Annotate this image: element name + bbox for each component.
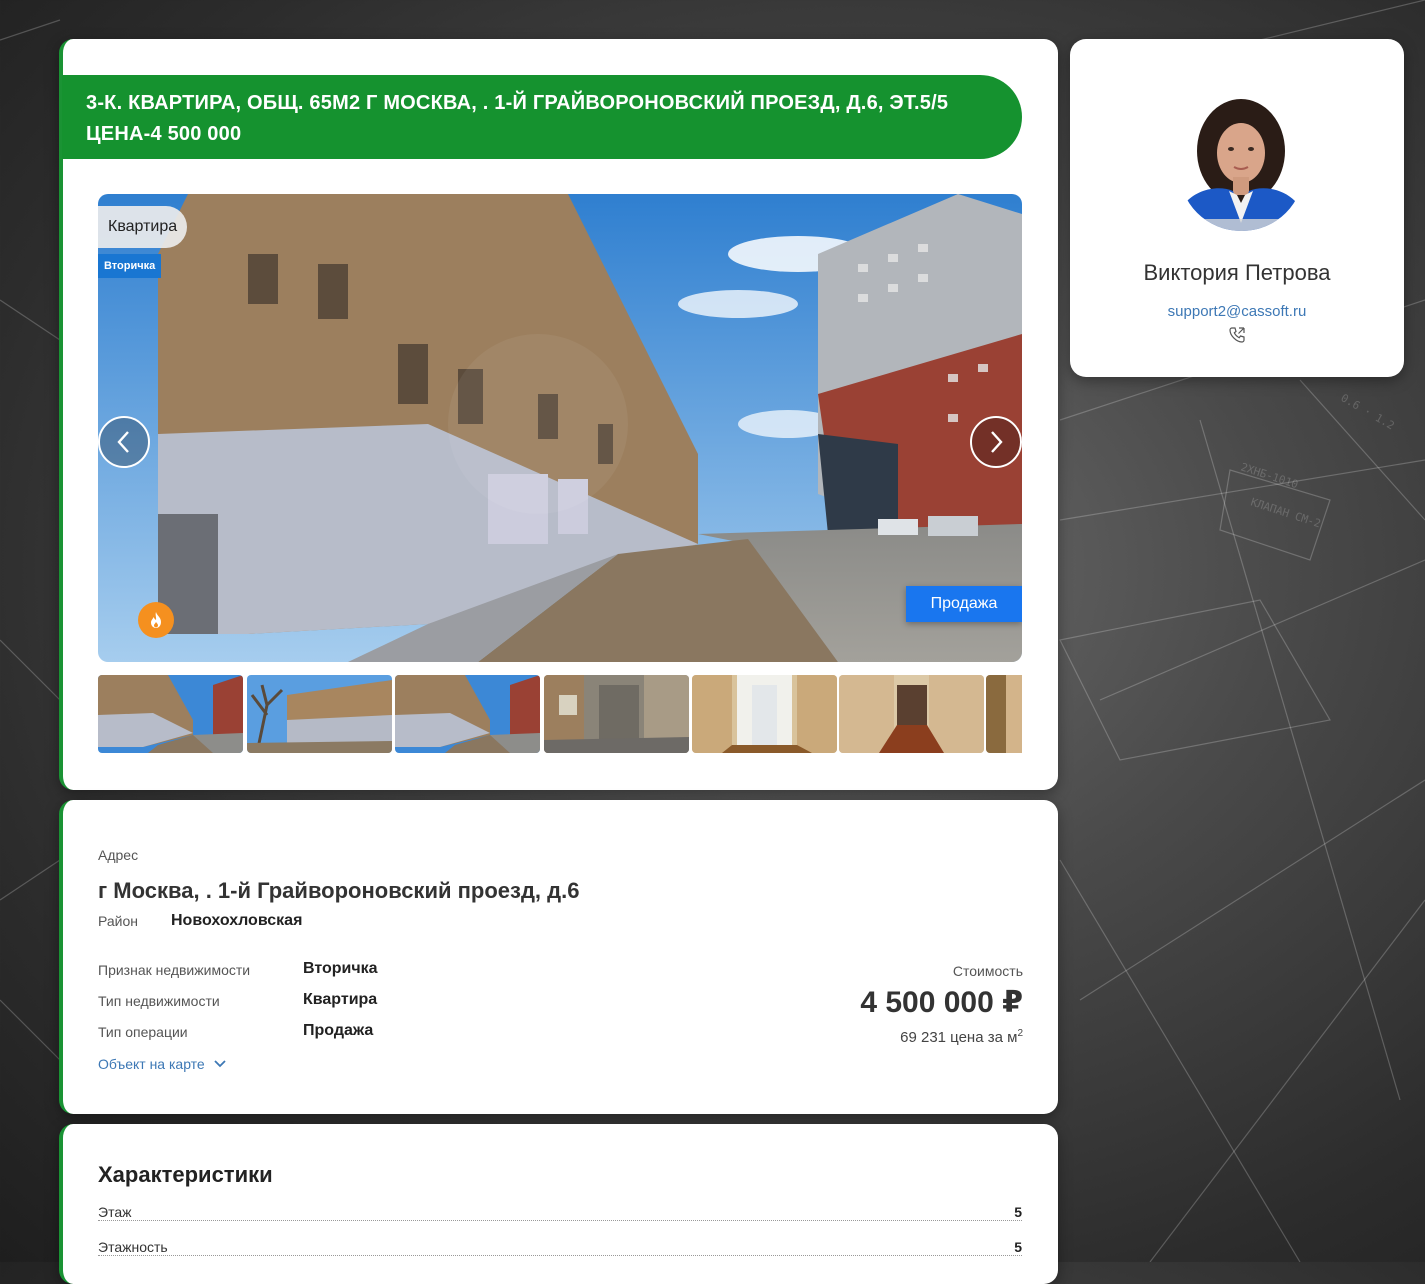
thumbnail[interactable] (395, 675, 540, 753)
main-photo (98, 194, 1022, 662)
market-type-tag: Вторичка (98, 254, 162, 278)
map-toggle-link[interactable]: Объект на карте (98, 1056, 227, 1072)
thumbnail[interactable] (986, 675, 1022, 753)
gallery-prev-button[interactable] (98, 416, 150, 468)
prop-label-type: Тип недвижимости (98, 993, 220, 1009)
fire-icon (151, 612, 161, 628)
thumbnail[interactable] (247, 675, 392, 753)
agent-avatar (1179, 91, 1304, 231)
thumbnail[interactable] (544, 675, 689, 753)
svg-text:0.6 · 1.2: 0.6 · 1.2 (1339, 391, 1397, 432)
thumbnail-strip[interactable] (98, 675, 1022, 753)
prop-value-market: Вторичка (303, 960, 378, 977)
agent-email-link[interactable]: support2@cassoft.ru (1070, 303, 1404, 320)
chevron-right-icon (991, 431, 1003, 453)
price-per-m2: 69 231 цена за м2 (900, 1028, 1023, 1046)
phone-icon[interactable] (1228, 326, 1246, 344)
listing-title: 3-К. КВАРТИРА, ОБЩ. 65М2 Г МОСКВА, . 1-Й… (62, 75, 1022, 159)
prop-label-operation: Тип операции (98, 1024, 188, 1040)
prop-label-market: Признак недвижимости (98, 962, 251, 978)
char-row-floors-total: Этажность 5 (98, 1239, 1022, 1263)
svg-text:КЛАПАН СМ-2: КЛАПАН СМ-2 (1249, 495, 1322, 530)
price-label: Стоимость (952, 963, 1023, 979)
address-card: Адрес г Москва, . 1-й Грайвороновский пр… (59, 800, 1058, 1114)
deal-type-badge: Продажа (906, 586, 1022, 622)
characteristics-card: Характеристики Этаж 5 Этажность 5 (59, 1124, 1058, 1284)
thumbnail[interactable] (98, 675, 243, 753)
char-value: 5 (1010, 1239, 1022, 1255)
prop-value-operation: Продажа (303, 1022, 374, 1039)
address-label: Адрес (98, 847, 139, 863)
prop-value-type: Квартира (303, 991, 378, 1008)
characteristics-title: Характеристики (98, 1162, 273, 1187)
thumbnail[interactable] (839, 675, 984, 753)
char-label: Этажность (98, 1239, 172, 1255)
gallery-next-button[interactable] (970, 416, 1022, 468)
agent-name: Виктория Петрова (1143, 260, 1331, 285)
char-row-floor: Этаж 5 (98, 1204, 1022, 1228)
listing-card: 3-К. КВАРТИРА, ОБЩ. 65М2 Г МОСКВА, . 1-Й… (59, 39, 1058, 790)
map-link-label: Объект на карте (98, 1056, 205, 1072)
thumbnail[interactable] (692, 675, 837, 753)
price-value: 4 500 000 ₽ (860, 986, 1023, 1019)
hot-offer-badge (138, 602, 174, 638)
chevron-down-icon (214, 1060, 226, 1068)
address-value: г Москва, . 1-й Грайвороновский проезд, … (98, 878, 580, 903)
agent-card: Виктория Петрова support2@cassoft.ru (1070, 39, 1404, 377)
district-label: Район (98, 913, 138, 929)
photo-gallery[interactable]: Квартира Вторичка Продажа (98, 194, 1022, 662)
char-value: 5 (1010, 1204, 1022, 1220)
district-value: Новохохловская (171, 912, 303, 929)
chevron-left-icon (117, 431, 129, 453)
svg-text:2ХНБ-1010: 2ХНБ-1010 (1239, 460, 1300, 491)
char-label: Этаж (98, 1204, 136, 1220)
property-type-tag: Квартира (98, 206, 188, 248)
